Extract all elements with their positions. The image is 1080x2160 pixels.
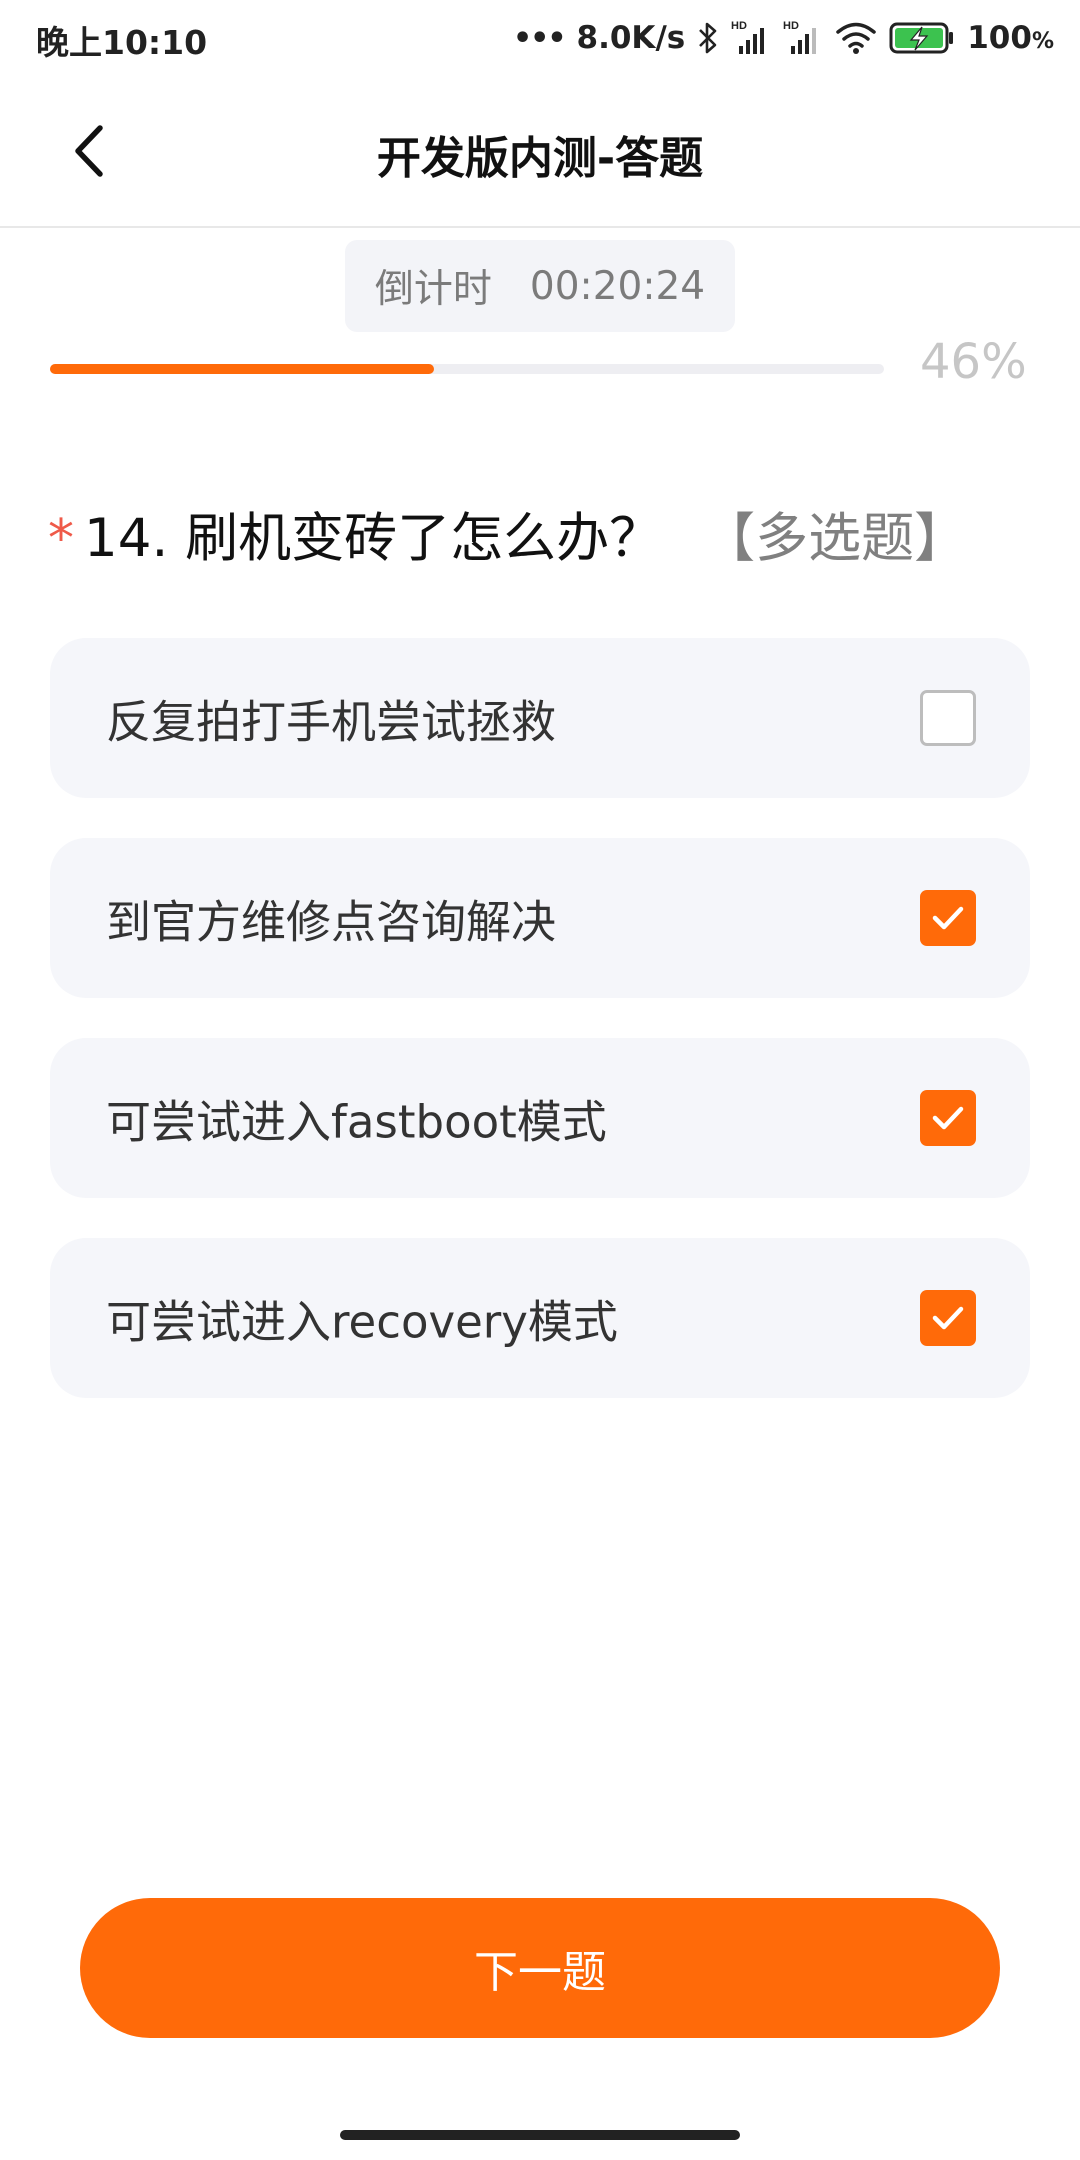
signal-hd-icon: HD <box>783 20 817 54</box>
progress-bar <box>50 364 884 374</box>
option-item[interactable]: 可尝试进入recovery模式 <box>50 1238 1030 1398</box>
page-title: 开发版内测-答题 <box>376 133 704 184</box>
status-icons: ••• 8.0K/s HD HD 100% <box>513 14 1054 62</box>
more-dots: ••• <box>512 20 567 56</box>
required-mark: * <box>48 509 74 569</box>
signal-hd-icon: HD <box>731 20 765 54</box>
battery-charging-icon <box>889 22 954 54</box>
option-item[interactable]: 到官方维修点咨询解决 <box>50 838 1030 998</box>
option-checkbox[interactable] <box>920 690 976 746</box>
option-item[interactable]: 反复拍打手机尝试拯救 <box>50 638 1030 798</box>
option-label: 反复拍打手机尝试拯救 <box>106 695 557 749</box>
option-label: 到官方维修点咨询解决 <box>106 895 557 949</box>
battery-percent: 100% <box>967 20 1054 56</box>
option-label: 可尝试进入fastboot模式 <box>106 1095 607 1149</box>
option-item[interactable]: 可尝试进入fastboot模式 <box>50 1038 1030 1198</box>
option-label: 可尝试进入recovery模式 <box>106 1295 618 1349</box>
checkmark-icon <box>932 1106 964 1130</box>
bluetooth-icon <box>699 22 717 54</box>
checkmark-icon <box>932 906 964 930</box>
option-checkbox[interactable] <box>920 1290 976 1346</box>
svg-text:HD: HD <box>783 20 799 32</box>
question-text: 14. 刷机变砖了怎么办？ <box>84 508 663 569</box>
countdown-label: 倒计时 <box>374 267 492 312</box>
home-indicator <box>340 2130 740 2140</box>
network-speed: 8.0K/s <box>576 20 686 56</box>
wifi-icon <box>836 22 876 54</box>
question: * 14. 刷机变砖了怎么办？ 【多选题】 <box>48 496 967 572</box>
status-time: 晚上10:10 <box>36 23 208 62</box>
option-checkbox[interactable] <box>920 890 976 946</box>
header: 开发版内测-答题 <box>0 76 1080 228</box>
countdown-time: 00:20:24 <box>529 263 706 309</box>
checkmark-icon <box>932 1306 964 1330</box>
question-type: 【多选题】 <box>702 508 968 569</box>
svg-text:HD: HD <box>731 20 747 32</box>
option-checkbox[interactable] <box>920 1090 976 1146</box>
next-question-button[interactable]: 下一题 <box>80 1898 1000 2038</box>
countdown-timer: 倒计时 00:20:24 <box>345 240 735 332</box>
status-bar: 晚上10:10 ••• 8.0K/s HD HD 100% <box>0 0 1080 76</box>
progress-percent: 46% <box>920 334 1027 390</box>
progress-fill <box>50 364 434 374</box>
